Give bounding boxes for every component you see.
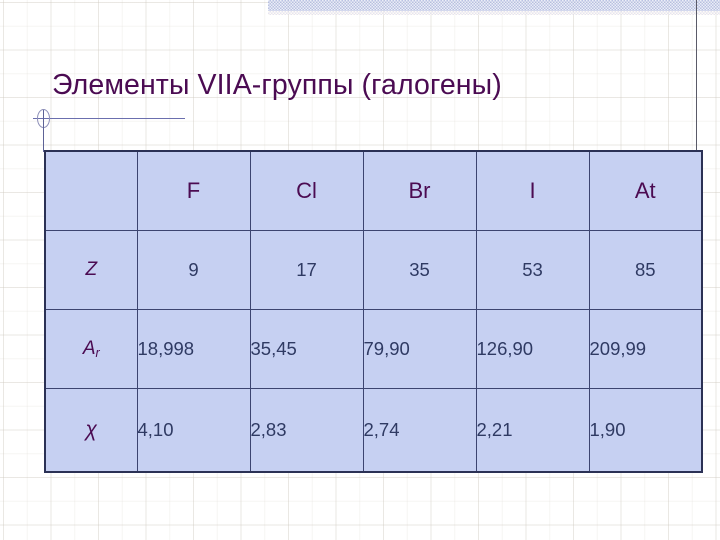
cell-z-at: 85 bbox=[588, 229, 703, 310]
right-vertical-rule bbox=[696, 0, 697, 151]
cell-chi-f: 4,10 bbox=[136, 387, 251, 473]
row-label-ar-text: A bbox=[82, 337, 96, 359]
column-header-f: F bbox=[136, 150, 251, 231]
column-header-br: Br bbox=[362, 150, 477, 231]
table-row: χ 4,10 2,83 2,74 2,21 1,90 bbox=[44, 387, 703, 473]
cell-ar-br: 79,90 bbox=[362, 308, 477, 389]
row-label-chi: χ bbox=[44, 387, 138, 473]
cell-chi-br: 2,74 bbox=[362, 387, 477, 473]
dithered-band-shadow-icon bbox=[268, 11, 720, 15]
table-corner-cell bbox=[44, 150, 138, 231]
table-header-row: F Cl Br I At bbox=[44, 150, 703, 231]
row-label-chi-text: χ bbox=[85, 417, 97, 441]
row-label-z: Z bbox=[44, 229, 138, 310]
row-label-ar: Ar bbox=[44, 308, 138, 389]
cell-z-cl: 17 bbox=[249, 229, 364, 310]
dithered-band-icon bbox=[268, 0, 720, 11]
title-underline-rule bbox=[33, 118, 185, 119]
cell-ar-at: 209,99 bbox=[588, 308, 703, 389]
cell-chi-at: 1,90 bbox=[588, 387, 703, 473]
cell-z-f: 9 bbox=[136, 229, 251, 310]
cell-ar-i: 126,90 bbox=[475, 308, 590, 389]
row-label-z-text: Z bbox=[85, 258, 98, 280]
connector-rule bbox=[43, 110, 44, 152]
table-row: Z 9 17 35 53 85 bbox=[44, 229, 703, 310]
column-header-at: At bbox=[588, 150, 703, 231]
row-label-ar-subscript: r bbox=[95, 345, 100, 360]
cell-chi-i: 2,21 bbox=[475, 387, 590, 473]
table-row: Ar 18,998 35,45 79,90 126,90 209,99 bbox=[44, 308, 703, 389]
cell-z-br: 35 bbox=[362, 229, 477, 310]
slide-canvas: Элементы VIIA-группы (галогены) F Cl Br … bbox=[0, 0, 720, 540]
halogen-properties-table: F Cl Br I At Z 9 17 35 53 85 Ar 18,998 3… bbox=[44, 150, 703, 473]
cell-ar-f: 18,998 bbox=[136, 308, 251, 389]
column-header-i: I bbox=[475, 150, 590, 231]
page-title: Элементы VIIA-группы (галогены) bbox=[52, 69, 502, 101]
cell-z-i: 53 bbox=[475, 229, 590, 310]
column-header-cl: Cl bbox=[249, 150, 364, 231]
cell-chi-cl: 2,83 bbox=[249, 387, 364, 473]
cell-ar-cl: 35,45 bbox=[249, 308, 364, 389]
